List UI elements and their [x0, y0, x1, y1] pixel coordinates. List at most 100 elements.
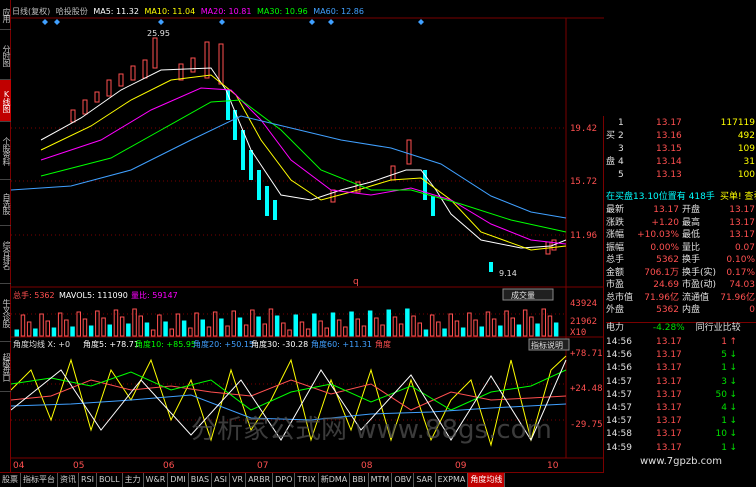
tick-time: 14:56: [606, 337, 632, 347]
order-book-row[interactable]: 3 13.15 109: [604, 144, 756, 155]
indicator-tab[interactable]: SAR: [414, 473, 436, 487]
volume-bar: [343, 326, 348, 337]
volume-bar: [392, 316, 398, 337]
stat-value: 706.1万: [644, 267, 679, 278]
tab-apps[interactable]: 应用: [0, 0, 11, 30]
volume-bar: [380, 324, 385, 337]
tick-price: 13.17: [656, 376, 682, 387]
order-volume: 117119: [720, 118, 755, 128]
order-price: 13.14: [656, 157, 682, 167]
volume-bar: [57, 312, 63, 337]
indicator-tab[interactable]: MTM: [369, 473, 393, 487]
volume-bar: [386, 309, 391, 337]
volume-bar: [26, 321, 32, 337]
stat-value: 13.17: [729, 217, 755, 228]
stat-key: 涨跌: [606, 217, 625, 228]
indicator-tab[interactable]: OBV: [392, 473, 415, 487]
indicator-tab[interactable]: DPO: [273, 473, 296, 487]
tab-diagnosis[interactable]: 牛叉诊股: [0, 284, 11, 342]
indicator-tab[interactable]: BOLL: [97, 473, 123, 487]
volume-bar: [76, 311, 81, 337]
stat-value: +10.03%: [637, 230, 679, 240]
buy-detail-link[interactable]: 买单! 查看详细: [720, 192, 756, 203]
volume-bar: [299, 321, 305, 337]
tab-stock-info[interactable]: 个股资料: [0, 122, 11, 180]
volume-bar: [349, 311, 354, 337]
indicator-tab[interactable]: RSI: [79, 473, 97, 487]
ma10-line: [40, 74, 567, 251]
x-tick-04: 04: [13, 461, 25, 471]
tick-price: 13.17: [656, 350, 682, 361]
order-book-row[interactable]: 买 2 13.16 492: [604, 131, 756, 142]
order-volume: 31: [743, 157, 755, 167]
tab-super-book[interactable]: 超级盘口: [0, 342, 11, 392]
volume-bar: [64, 319, 69, 337]
volume-bar: [268, 308, 274, 337]
order-price: 13.16: [656, 131, 682, 141]
volume-bar: [553, 322, 559, 337]
order-book-row[interactable]: 5 13.13 100: [604, 170, 756, 181]
indicator-tab[interactable]: W&R: [144, 473, 169, 487]
order-book-row[interactable]: 盘 4 13.14 31: [604, 157, 756, 168]
price-axis-3: 11.96: [570, 231, 597, 241]
indicator-tab[interactable]: ARBR: [246, 473, 274, 487]
tab-ranking[interactable]: 综合排名: [0, 226, 11, 284]
stat-key: 市盈(动): [682, 280, 717, 290]
chart-area[interactable]: 25.95 9.14 q 19.42 15.72 11.96 总手: 5362 …: [11, 0, 604, 472]
tick-price: 13.17: [656, 429, 682, 440]
indicator-tab[interactable]: 资讯: [58, 473, 79, 487]
indicator-tab[interactable]: 股票: [0, 473, 21, 487]
indicator-tab[interactable]: 指标平台: [21, 473, 58, 487]
tab-intraday[interactable]: 分时图: [0, 30, 11, 80]
volume-bar: [423, 329, 429, 337]
indicator-tab[interactable]: BIAS: [189, 473, 213, 487]
stat-key: 振幅: [606, 242, 625, 253]
indicator-tab[interactable]: TRIX: [295, 473, 319, 487]
tick-time: 14:57: [606, 376, 632, 387]
left-tab-bar: 应用 分时图 K线图 个股资料 自选股 综合排名 牛叉诊股 超级盘口: [0, 0, 11, 472]
x-axis: 04 05 06 07 08 09 10: [13, 461, 559, 471]
indicator-tab[interactable]: 主力: [123, 473, 144, 487]
ma30-line: [40, 99, 567, 233]
volume-bar: [262, 323, 267, 337]
volume-bar: [274, 315, 280, 337]
volume-bar: [374, 317, 379, 337]
industry-compare-link[interactable]: 同行业比较: [696, 323, 741, 333]
sector-name: 电力: [606, 323, 625, 333]
stat-value: 0.10%: [726, 255, 755, 265]
indicator-tab[interactable]: ASI: [212, 473, 231, 487]
volume-bar: [398, 323, 404, 337]
volume-bar: [231, 310, 236, 337]
volume-bar: [287, 329, 292, 337]
tab-kline[interactable]: K线图: [0, 80, 11, 122]
volume-bar: [225, 325, 230, 337]
volume-bar: [39, 313, 44, 337]
quote-stat-row: 振幅 0.00% 量比 0.07: [604, 243, 756, 254]
tick-direction-icon: ↓: [729, 416, 737, 427]
indicator-tab[interactable]: 新DMA: [319, 473, 351, 487]
indicator-tab[interactable]: VR: [230, 473, 247, 487]
tick-price: 13.17: [656, 442, 682, 453]
stat-value: 13.17: [653, 205, 679, 215]
volume-bar: [144, 322, 150, 337]
volume-bar: [417, 322, 422, 337]
tick-direction-icon: ↓: [729, 363, 737, 374]
order-level: 5: [618, 170, 624, 180]
quote-panel: 1 13.17 117119 买 2 13.16 492 3 13.15 109 盘 4 13.14 31…: [603, 116, 756, 472]
volume-bar: [256, 316, 261, 337]
volume-bar: [88, 325, 94, 337]
indicator-tab[interactable]: EXPMA: [436, 473, 469, 487]
angle5-label: 角度5: +78.71: [83, 339, 139, 349]
volume-bar: [479, 326, 484, 337]
indicator-tab[interactable]: DMI: [168, 473, 189, 487]
volume-bar: [535, 323, 540, 337]
indicator-tab[interactable]: BBI: [350, 473, 369, 487]
order-book-row[interactable]: 1 13.17 117119: [604, 118, 756, 129]
stat-value: 0.00%: [650, 242, 679, 253]
stat-key: 量比: [682, 242, 701, 253]
order-level: 4: [618, 157, 624, 167]
volume-bar: [243, 324, 249, 337]
indicator-tab[interactable]: 角度均线: [468, 473, 506, 487]
volume-bar: [510, 317, 515, 337]
tab-watchlist[interactable]: 自选股: [0, 180, 11, 226]
